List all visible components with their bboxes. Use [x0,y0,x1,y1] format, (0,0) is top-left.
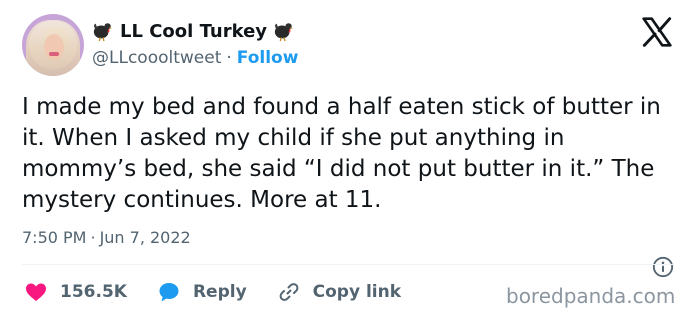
follow-button[interactable]: Follow [237,48,299,68]
turkey-emoji-icon [274,23,294,42]
avatar-lips [49,52,59,56]
avatar-face [44,34,64,60]
link-icon [279,283,299,301]
timestamp-separator: · [90,228,96,247]
heart-icon [26,283,46,301]
like-button[interactable]: 156.5K [24,280,127,304]
x-logo-icon[interactable] [640,16,674,48]
author-handle[interactable]: @LLcoooltweet [92,48,221,68]
author-name-row[interactable]: LL Cool Turkey [92,20,295,42]
tweet-actions: 156.5K Reply Copy link [24,280,401,304]
handle-separator: · [226,48,232,68]
like-count: 156.5K [60,282,127,302]
turkey-emoji-icon [93,23,113,42]
author-avatar[interactable] [22,14,84,76]
copy-link-label: Copy link [312,282,402,302]
tweet-date: Jun 7, 2022 [99,228,191,247]
tweet-time: 7:50 PM [22,228,87,247]
author-name: LL Cool Turkey [120,20,268,42]
author-handle-row: @LLcoooltweet · Follow [92,48,298,68]
copy-link-button[interactable]: Copy link [277,280,401,304]
reply-label: Reply [192,282,247,302]
info-icon[interactable] [652,256,674,278]
divider [22,264,674,265]
reply-button[interactable]: Reply [157,280,247,304]
tweet-text: I made my bed and found a half eaten sti… [22,94,661,213]
watermark: boredpanda.com [506,284,676,308]
speech-bubble-icon [159,283,179,302]
tweet-timestamp[interactable]: 7:50 PM · Jun 7, 2022 [22,228,191,247]
